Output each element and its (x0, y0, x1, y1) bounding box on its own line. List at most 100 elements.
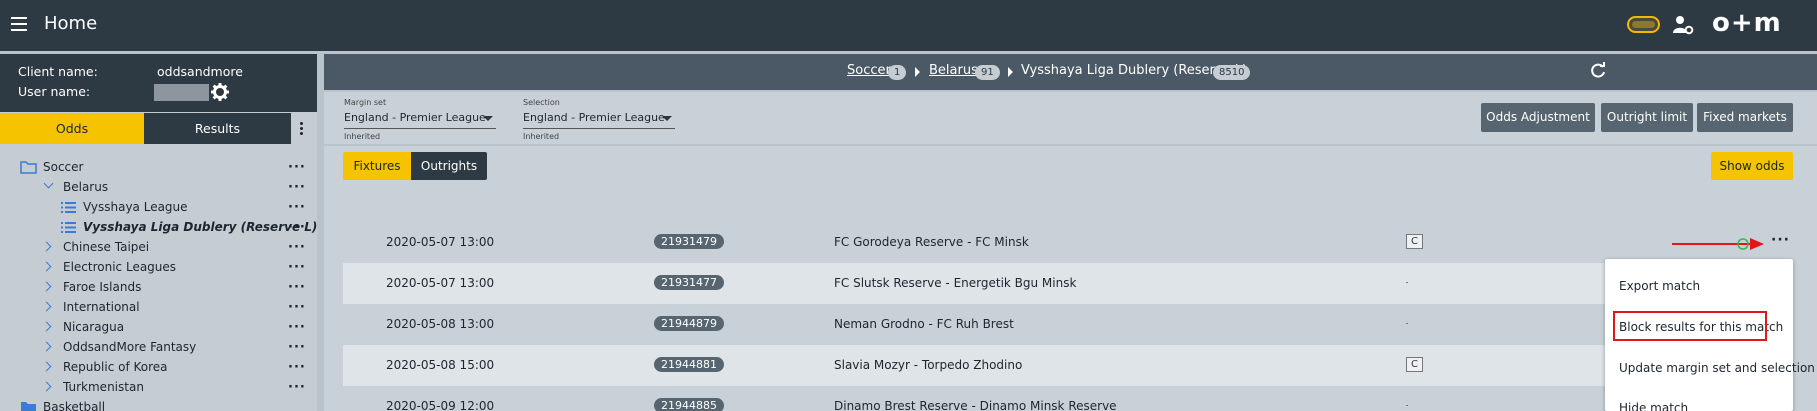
fixed-markets-button[interactable]: Fixed markets (1697, 103, 1793, 132)
empty-flag (1406, 405, 1408, 406)
tree-item-label: OddsandMore Fantasy (63, 340, 197, 354)
tree-item-label: Belarus (63, 180, 109, 194)
tree-item-label: Turkmenistan (63, 380, 144, 394)
refresh-icon[interactable] (1589, 62, 1607, 80)
menu-item-hide-match[interactable]: Hide match (1619, 401, 1688, 411)
match-name: Neman Grodno - FC Ruh Brest (834, 317, 1014, 331)
client-info-box: Client name: oddsandmore User name: (0, 54, 317, 112)
selection-inherited: Inherited (523, 132, 560, 141)
user-settings-icon[interactable] (1672, 14, 1694, 36)
odds-adjustment-button[interactable]: Odds Adjustment (1481, 103, 1595, 132)
tree-item-label: Nicaragua (63, 320, 125, 334)
margin-set-select[interactable]: England - Premier League (344, 111, 486, 124)
match-id-badge: 21931477 (654, 275, 724, 290)
chevron-down-icon[interactable] (483, 116, 493, 121)
tree-item-label: Soccer (43, 160, 84, 174)
margin-set-inherited: Inherited (344, 132, 381, 141)
outrights-tab[interactable]: Outrights (411, 152, 487, 180)
selection-select[interactable]: England - Premier League (523, 111, 665, 124)
more-icon[interactable]: ··· (288, 280, 306, 295)
more-icon[interactable]: ··· (288, 360, 306, 375)
more-vertical-icon[interactable] (300, 122, 304, 136)
more-icon[interactable]: ··· (288, 380, 306, 395)
left-tabs: Odds Results (0, 113, 317, 144)
page-title: Home (44, 13, 98, 34)
more-icon[interactable]: ··· (288, 300, 306, 315)
more-icon[interactable]: ··· (288, 200, 306, 215)
match-name: Dinamo Brest Reserve - Dinamo Minsk Rese… (834, 399, 1117, 411)
chevron-right-icon[interactable] (41, 341, 52, 352)
tree-item-soccer[interactable]: Soccer ··· (0, 158, 317, 178)
more-icon[interactable]: ··· (288, 340, 306, 355)
selection-underline (523, 128, 675, 129)
chevron-right-icon[interactable] (41, 241, 52, 252)
match-id-badge: 21944879 (654, 316, 724, 331)
tree-item-chinese-taipei[interactable]: Chinese Taipei ··· (0, 238, 317, 258)
more-icon[interactable]: ··· (288, 180, 306, 195)
country-count-badge: 91 (975, 65, 1000, 80)
table-row[interactable]: 2020-05-08 13:00 21944879 Neman Grodno -… (343, 304, 1793, 345)
chevron-down-icon[interactable] (43, 178, 54, 189)
match-id-badge: 21944881 (654, 357, 724, 372)
hamburger-menu-icon[interactable] (11, 17, 27, 31)
tree-item-basketball[interactable]: Basketball (0, 398, 317, 411)
match-flag-badge: C (1406, 234, 1423, 249)
chevron-right-icon[interactable] (41, 261, 52, 272)
chevron-right-icon[interactable] (41, 381, 52, 392)
tree-item-belarus[interactable]: Belarus ··· (0, 178, 317, 198)
empty-flag (1406, 282, 1408, 283)
mode-toggle[interactable] (1627, 16, 1660, 33)
gear-icon[interactable] (211, 83, 229, 101)
chevron-right-icon[interactable] (41, 281, 52, 292)
tree-item-vysshaya-liga-dublery[interactable]: Vysshaya Liga Dublery (Reserve L) ··· (0, 218, 317, 238)
more-icon[interactable]: ··· (288, 220, 306, 235)
match-date: 2020-05-07 13:00 (386, 235, 495, 249)
fixtures-tab[interactable]: Fixtures (343, 152, 411, 180)
tree-item-electronic-leagues[interactable]: Electronic Leagues ··· (0, 258, 317, 278)
tree-item-label: Vysshaya Liga Dublery (Reserve L) (83, 220, 318, 234)
match-date: 2020-05-07 13:00 (386, 276, 495, 290)
brand-logo: o+m (1712, 8, 1782, 38)
tree-item-international[interactable]: International ··· (0, 298, 317, 318)
show-odds-button[interactable]: Show odds (1711, 152, 1793, 180)
league-count-badge: 8510 (1213, 65, 1251, 80)
more-icon[interactable]: ··· (288, 160, 306, 175)
table-row[interactable]: 2020-05-07 13:00 21931477 FC Slutsk Rese… (343, 263, 1793, 304)
table-row[interactable]: 2020-05-07 13:00 21931479 FC Gorodeya Re… (343, 222, 1793, 263)
outright-limit-button[interactable]: Outright limit (1601, 103, 1693, 132)
tree-item-republic-of-korea[interactable]: Republic of Korea ··· (0, 358, 317, 378)
tree-item-label: International (63, 300, 140, 314)
tree-item-faroe-islands[interactable]: Faroe Islands ··· (0, 278, 317, 298)
chevron-down-icon[interactable] (662, 116, 672, 121)
tree-item-label: Chinese Taipei (63, 240, 150, 254)
tree-item-nicaragua[interactable]: Nicaragua ··· (0, 318, 317, 338)
folder-icon (20, 161, 37, 174)
breadcrumb-sport[interactable]: Soccer (847, 63, 891, 78)
table-row[interactable]: 2020-05-09 12:00 21944885 Dinamo Brest R… (343, 386, 1793, 411)
chevron-right-icon[interactable] (41, 301, 52, 312)
highlight-box (1613, 311, 1767, 341)
tree-item-oddsandmore-fantasy[interactable]: OddsandMore Fantasy ··· (0, 338, 317, 358)
match-id-badge: 21944885 (654, 398, 724, 411)
menu-item-export-match[interactable]: Export match (1619, 279, 1700, 293)
tree-item-label: Electronic Leagues (63, 260, 177, 274)
more-icon[interactable]: ··· (288, 240, 306, 255)
tree-item-vysshaya-league[interactable]: Vysshaya League ··· (0, 198, 317, 218)
tab-odds[interactable]: Odds (0, 113, 144, 144)
tree-item-turkmenistan[interactable]: Turkmenistan ··· (0, 378, 317, 398)
more-icon[interactable]: ··· (288, 260, 306, 275)
match-name: FC Slutsk Reserve - Energetik Bgu Minsk (834, 276, 1077, 290)
chevron-right-icon[interactable] (41, 361, 52, 372)
left-sidebar: Client name: oddsandmore User name: Odds… (0, 54, 317, 411)
breadcrumb-country[interactable]: Belarus (929, 63, 978, 78)
breadcrumb: Soccer 1 Belarus 91 Vysshaya Liga Dubler… (324, 54, 1817, 90)
margin-set-label: Margin set (344, 98, 387, 107)
more-icon[interactable]: ··· (1771, 232, 1790, 248)
menu-item-update-margin[interactable]: Update margin set and selection (1619, 361, 1815, 375)
more-icon[interactable]: ··· (288, 320, 306, 335)
chevron-right-icon[interactable] (41, 321, 52, 332)
table-row[interactable]: 2020-05-08 15:00 21944881 Slavia Mozyr -… (343, 345, 1793, 386)
empty-flag (1406, 323, 1408, 324)
margin-set-underline (344, 128, 496, 129)
tab-results[interactable]: Results (144, 113, 291, 144)
